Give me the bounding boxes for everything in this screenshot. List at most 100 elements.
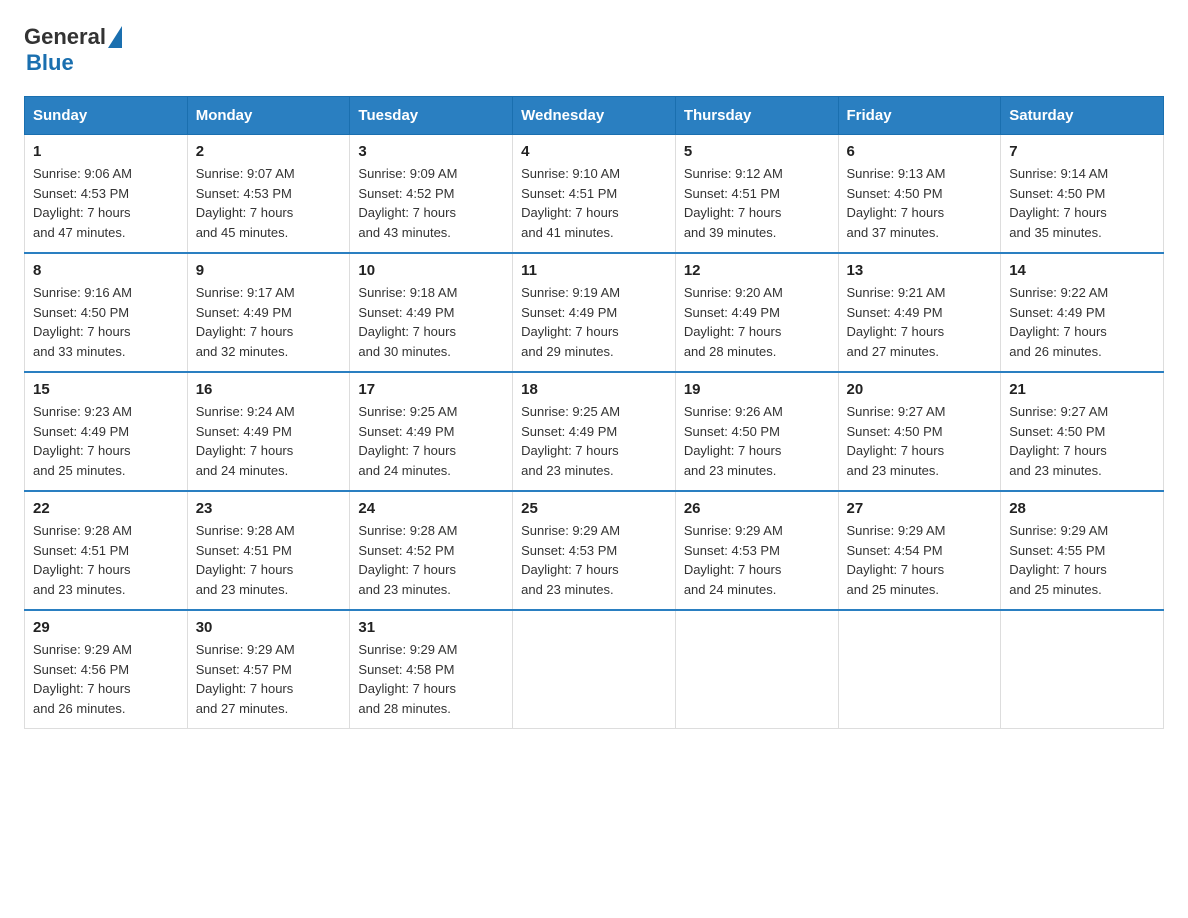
day-number: 6 [847,143,993,160]
calendar-cell [675,610,838,729]
day-info: Sunrise: 9:20 AM Sunset: 4:49 PM Dayligh… [684,285,783,359]
day-info: Sunrise: 9:27 AM Sunset: 4:50 PM Dayligh… [1009,404,1108,478]
day-info: Sunrise: 9:25 AM Sunset: 4:49 PM Dayligh… [521,404,620,478]
day-info: Sunrise: 9:06 AM Sunset: 4:53 PM Dayligh… [33,166,132,240]
calendar-table: SundayMondayTuesdayWednesdayThursdayFrid… [24,96,1164,729]
calendar-cell: 11 Sunrise: 9:19 AM Sunset: 4:49 PM Dayl… [513,253,676,372]
calendar-cell: 10 Sunrise: 9:18 AM Sunset: 4:49 PM Dayl… [350,253,513,372]
calendar-cell: 19 Sunrise: 9:26 AM Sunset: 4:50 PM Dayl… [675,372,838,491]
calendar-cell [1001,610,1164,729]
day-info: Sunrise: 9:29 AM Sunset: 4:56 PM Dayligh… [33,642,132,716]
calendar-cell [838,610,1001,729]
day-number: 31 [358,619,504,636]
day-number: 12 [684,262,830,279]
day-info: Sunrise: 9:21 AM Sunset: 4:49 PM Dayligh… [847,285,946,359]
day-number: 7 [1009,143,1155,160]
day-info: Sunrise: 9:14 AM Sunset: 4:50 PM Dayligh… [1009,166,1108,240]
day-info: Sunrise: 9:24 AM Sunset: 4:49 PM Dayligh… [196,404,295,478]
calendar-cell: 28 Sunrise: 9:29 AM Sunset: 4:55 PM Dayl… [1001,491,1164,610]
calendar-cell: 23 Sunrise: 9:28 AM Sunset: 4:51 PM Dayl… [187,491,350,610]
calendar-week-row: 8 Sunrise: 9:16 AM Sunset: 4:50 PM Dayli… [25,253,1164,372]
day-number: 22 [33,500,179,517]
col-header-friday: Friday [838,97,1001,135]
day-number: 4 [521,143,667,160]
day-info: Sunrise: 9:19 AM Sunset: 4:49 PM Dayligh… [521,285,620,359]
day-info: Sunrise: 9:26 AM Sunset: 4:50 PM Dayligh… [684,404,783,478]
day-info: Sunrise: 9:10 AM Sunset: 4:51 PM Dayligh… [521,166,620,240]
day-info: Sunrise: 9:29 AM Sunset: 4:55 PM Dayligh… [1009,523,1108,597]
logo-blue: Blue [26,50,74,75]
day-number: 28 [1009,500,1155,517]
day-number: 18 [521,381,667,398]
day-number: 26 [684,500,830,517]
day-number: 13 [847,262,993,279]
day-number: 1 [33,143,179,160]
calendar-week-row: 15 Sunrise: 9:23 AM Sunset: 4:49 PM Dayl… [25,372,1164,491]
calendar-cell: 30 Sunrise: 9:29 AM Sunset: 4:57 PM Dayl… [187,610,350,729]
col-header-thursday: Thursday [675,97,838,135]
calendar-header-row: SundayMondayTuesdayWednesdayThursdayFrid… [25,97,1164,135]
calendar-cell: 26 Sunrise: 9:29 AM Sunset: 4:53 PM Dayl… [675,491,838,610]
calendar-cell: 21 Sunrise: 9:27 AM Sunset: 4:50 PM Dayl… [1001,372,1164,491]
day-number: 23 [196,500,342,517]
calendar-cell: 31 Sunrise: 9:29 AM Sunset: 4:58 PM Dayl… [350,610,513,729]
calendar-cell: 27 Sunrise: 9:29 AM Sunset: 4:54 PM Dayl… [838,491,1001,610]
calendar-cell: 2 Sunrise: 9:07 AM Sunset: 4:53 PM Dayli… [187,135,350,254]
day-number: 24 [358,500,504,517]
day-info: Sunrise: 9:16 AM Sunset: 4:50 PM Dayligh… [33,285,132,359]
day-info: Sunrise: 9:29 AM Sunset: 4:57 PM Dayligh… [196,642,295,716]
calendar-cell: 16 Sunrise: 9:24 AM Sunset: 4:49 PM Dayl… [187,372,350,491]
calendar-cell: 25 Sunrise: 9:29 AM Sunset: 4:53 PM Dayl… [513,491,676,610]
logo-general: General [24,24,106,50]
calendar-cell: 7 Sunrise: 9:14 AM Sunset: 4:50 PM Dayli… [1001,135,1164,254]
day-info: Sunrise: 9:25 AM Sunset: 4:49 PM Dayligh… [358,404,457,478]
day-info: Sunrise: 9:12 AM Sunset: 4:51 PM Dayligh… [684,166,783,240]
day-info: Sunrise: 9:22 AM Sunset: 4:49 PM Dayligh… [1009,285,1108,359]
day-number: 5 [684,143,830,160]
calendar-week-row: 22 Sunrise: 9:28 AM Sunset: 4:51 PM Dayl… [25,491,1164,610]
day-number: 21 [1009,381,1155,398]
day-number: 17 [358,381,504,398]
day-info: Sunrise: 9:28 AM Sunset: 4:51 PM Dayligh… [33,523,132,597]
day-number: 29 [33,619,179,636]
col-header-wednesday: Wednesday [513,97,676,135]
calendar-cell: 1 Sunrise: 9:06 AM Sunset: 4:53 PM Dayli… [25,135,188,254]
day-info: Sunrise: 9:29 AM Sunset: 4:54 PM Dayligh… [847,523,946,597]
day-info: Sunrise: 9:29 AM Sunset: 4:58 PM Dayligh… [358,642,457,716]
day-number: 10 [358,262,504,279]
col-header-sunday: Sunday [25,97,188,135]
day-number: 9 [196,262,342,279]
day-info: Sunrise: 9:29 AM Sunset: 4:53 PM Dayligh… [521,523,620,597]
calendar-week-row: 1 Sunrise: 9:06 AM Sunset: 4:53 PM Dayli… [25,135,1164,254]
day-number: 20 [847,381,993,398]
col-header-monday: Monday [187,97,350,135]
day-info: Sunrise: 9:07 AM Sunset: 4:53 PM Dayligh… [196,166,295,240]
day-info: Sunrise: 9:17 AM Sunset: 4:49 PM Dayligh… [196,285,295,359]
day-number: 14 [1009,262,1155,279]
calendar-cell: 22 Sunrise: 9:28 AM Sunset: 4:51 PM Dayl… [25,491,188,610]
day-info: Sunrise: 9:18 AM Sunset: 4:49 PM Dayligh… [358,285,457,359]
calendar-cell: 14 Sunrise: 9:22 AM Sunset: 4:49 PM Dayl… [1001,253,1164,372]
calendar-cell [513,610,676,729]
calendar-cell: 4 Sunrise: 9:10 AM Sunset: 4:51 PM Dayli… [513,135,676,254]
day-info: Sunrise: 9:23 AM Sunset: 4:49 PM Dayligh… [33,404,132,478]
day-info: Sunrise: 9:28 AM Sunset: 4:51 PM Dayligh… [196,523,295,597]
day-number: 11 [521,262,667,279]
calendar-cell: 5 Sunrise: 9:12 AM Sunset: 4:51 PM Dayli… [675,135,838,254]
calendar-cell: 13 Sunrise: 9:21 AM Sunset: 4:49 PM Dayl… [838,253,1001,372]
col-header-tuesday: Tuesday [350,97,513,135]
calendar-week-row: 29 Sunrise: 9:29 AM Sunset: 4:56 PM Dayl… [25,610,1164,729]
logo-text: General [24,24,124,50]
day-number: 30 [196,619,342,636]
logo: General Blue [24,24,124,76]
day-info: Sunrise: 9:13 AM Sunset: 4:50 PM Dayligh… [847,166,946,240]
calendar-cell: 12 Sunrise: 9:20 AM Sunset: 4:49 PM Dayl… [675,253,838,372]
day-number: 19 [684,381,830,398]
day-number: 15 [33,381,179,398]
calendar-cell: 29 Sunrise: 9:29 AM Sunset: 4:56 PM Dayl… [25,610,188,729]
calendar-cell: 3 Sunrise: 9:09 AM Sunset: 4:52 PM Dayli… [350,135,513,254]
calendar-cell: 15 Sunrise: 9:23 AM Sunset: 4:49 PM Dayl… [25,372,188,491]
calendar-cell: 8 Sunrise: 9:16 AM Sunset: 4:50 PM Dayli… [25,253,188,372]
day-number: 2 [196,143,342,160]
day-info: Sunrise: 9:27 AM Sunset: 4:50 PM Dayligh… [847,404,946,478]
